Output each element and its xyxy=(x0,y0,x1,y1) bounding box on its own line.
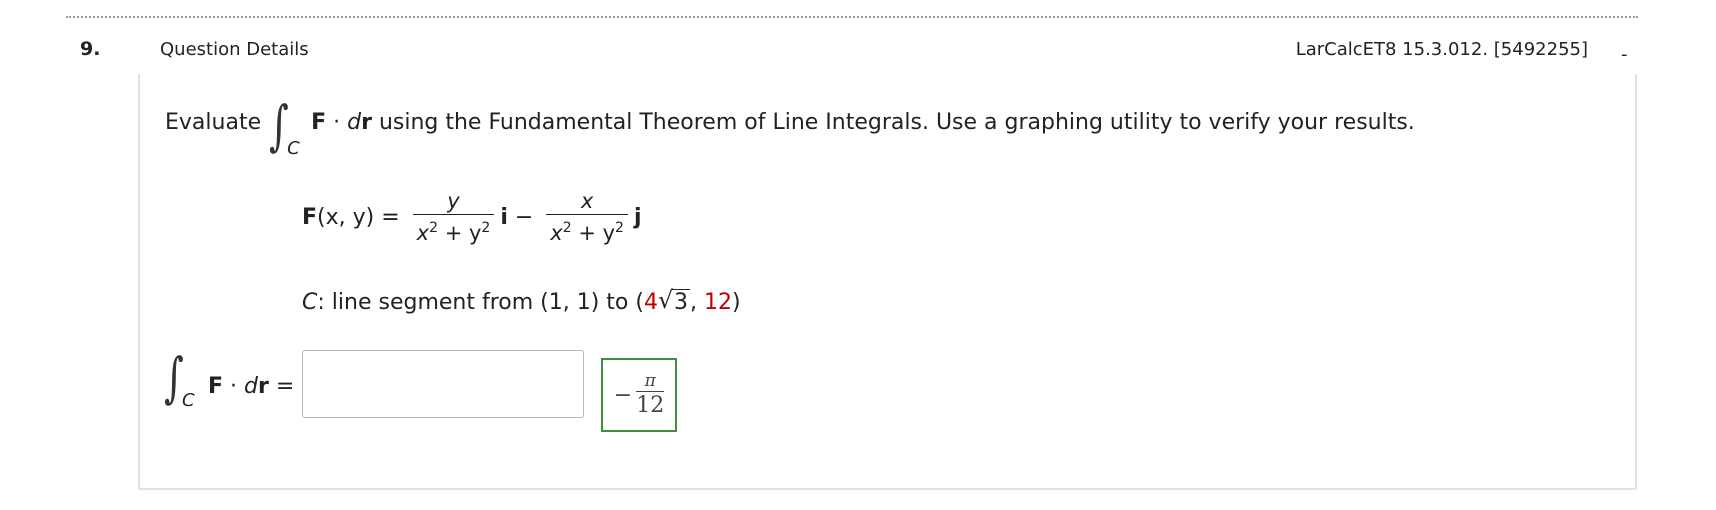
minus-operator: − xyxy=(507,204,541,230)
curve-text: : line segment from (1, 1) to ( xyxy=(317,290,644,315)
instruction-text: using the Fundamental Theorem of Line In… xyxy=(371,110,1415,135)
integral-icon: ∫ C xyxy=(162,346,202,416)
frac1-denominator: x2 + y2 xyxy=(416,220,491,245)
integrand-text: F · dr using the Fundamental Theorem of … xyxy=(311,110,1415,135)
integral-icon: ∫ C xyxy=(267,94,307,164)
frac2-numerator: x xyxy=(580,189,594,213)
curve-label: C xyxy=(302,290,318,315)
unit-vector-i: i xyxy=(500,204,508,230)
question-number: 9. xyxy=(80,38,101,60)
question-details-link[interactable]: Question Details xyxy=(160,39,309,60)
collapse-toggle[interactable]: - xyxy=(1621,44,1628,65)
integral-subscript: C xyxy=(182,390,195,411)
curve-comma: , xyxy=(689,290,704,315)
vector-field-formula: F (x, y) = y x2 + y2 i − x x2 + y2 j xyxy=(302,188,641,246)
curve-coefficient: 4 xyxy=(643,290,658,315)
problem-statement: Evaluate ∫ C F · dr using the Fundamenta… xyxy=(165,94,1415,164)
dot-operator: · xyxy=(326,110,348,135)
sqrt-icon: √ 3 xyxy=(657,286,690,315)
curve-description: C: line segment from (1, 1) to (4 √ 3, 12) xyxy=(302,286,741,315)
evaluate-word: Evaluate xyxy=(165,110,262,135)
answer-input[interactable] xyxy=(302,350,584,418)
answer-fraction: π 12 xyxy=(636,370,665,420)
fraction-i-component: y x2 + y2 xyxy=(412,188,495,246)
integral-symbol: ∫ xyxy=(269,94,289,157)
correct-answer-box: − π 12 xyxy=(601,358,677,432)
unit-vector-j: j xyxy=(633,204,642,230)
answer-lhs: F · dr = xyxy=(208,374,295,399)
field-F: F xyxy=(302,204,318,230)
question-reference: LarCalcET8 15.3.012. [5492255] xyxy=(1295,39,1588,60)
vector-r: r xyxy=(361,110,372,135)
answer-denominator: 12 xyxy=(636,392,665,418)
differential-d: d xyxy=(347,110,362,135)
curve-close: ) xyxy=(731,290,741,315)
answer-numerator: π xyxy=(644,370,656,391)
integral-subscript: C xyxy=(287,138,300,159)
curve-y-value: 12 xyxy=(703,290,732,315)
answer-sign: − xyxy=(613,382,633,408)
radicand: 3 xyxy=(671,289,690,315)
vector-F: F xyxy=(311,110,327,135)
fraction-j-component: x x2 + y2 xyxy=(546,188,628,246)
frac2-denominator: x2 + y2 xyxy=(550,220,624,245)
field-args: (x, y) = xyxy=(317,204,407,230)
question-separator xyxy=(66,16,1638,18)
frac1-numerator: y xyxy=(447,189,460,213)
answer-row: ∫ C F · dr = xyxy=(160,346,295,416)
integral-symbol: ∫ xyxy=(164,346,184,409)
